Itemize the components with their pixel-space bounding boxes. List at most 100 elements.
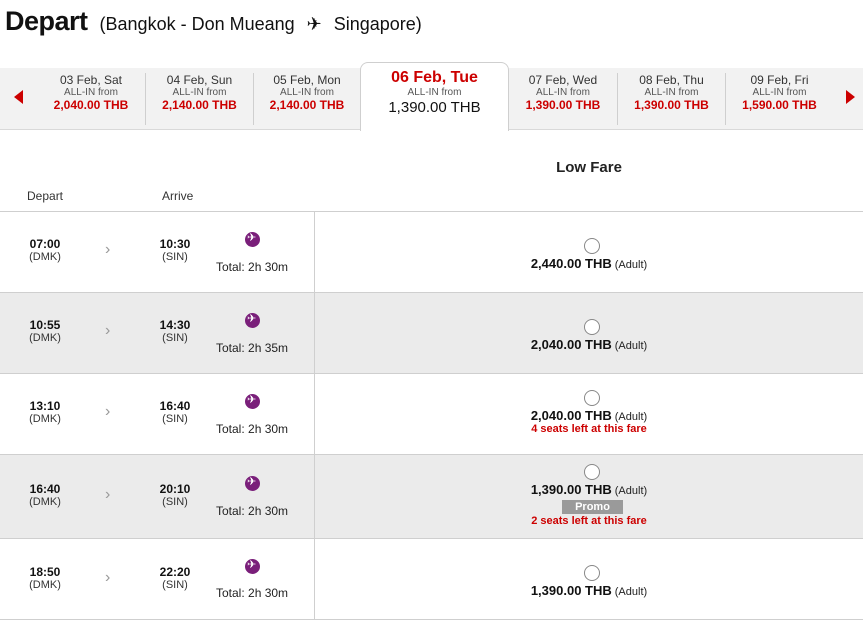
total-duration: Total: 2h 30m xyxy=(216,422,289,436)
chevron-right-icon: › xyxy=(105,241,111,258)
fare-select-radio[interactable] xyxy=(584,390,600,406)
flight-details-icon[interactable] xyxy=(245,475,260,491)
depart-time: 10:55 xyxy=(29,318,61,332)
column-divider xyxy=(314,212,315,292)
depart-time: 16:40 xyxy=(29,482,61,496)
total-duration: Total: 2h 30m xyxy=(216,260,289,274)
date-tab-label: ALL-IN from xyxy=(752,87,807,98)
column-divider xyxy=(314,539,315,619)
chevron-right-icon: › xyxy=(105,322,111,339)
date-tab-date: 09 Feb, Fri xyxy=(750,73,809,87)
date-tab-date: 03 Feb, Sat xyxy=(59,73,123,87)
arrive-time: 16:40 xyxy=(159,399,191,413)
route-summary: (Bangkok - Don Mueang ✈ Singapore) xyxy=(100,14,422,35)
date-tab-price: 1,390.00 THB xyxy=(525,98,601,112)
fare-price-amount: 2,440.00 THB xyxy=(530,256,612,271)
arrive-time: 20:10 xyxy=(159,482,191,496)
depart-airport-code: (DMK) xyxy=(29,496,61,508)
fare-price: 2,440.00 THB (Adult) xyxy=(315,256,863,271)
origin-label: (Bangkok - Don Mueang xyxy=(99,14,295,34)
date-tab-selected[interactable]: 06 Feb, Tue ALL-IN from 1,390.00 THB xyxy=(360,62,509,131)
date-tab[interactable]: 07 Feb, Wed ALL-IN from 1,390.00 THB xyxy=(509,73,617,125)
passenger-type: (Adult) xyxy=(614,586,648,598)
depart-airport-code: (DMK) xyxy=(29,413,61,425)
date-tab-price: 2,040.00 THB xyxy=(53,98,129,112)
flight-details-icon[interactable] xyxy=(245,558,260,574)
date-tab-label: ALL-IN from xyxy=(644,87,699,98)
chevron-right-icon: › xyxy=(105,403,111,420)
date-tab-label: ALL-IN from xyxy=(172,87,227,98)
flight-row: 16:40 (DMK) › 20:10 (SIN) Total: 2h 30m … xyxy=(0,455,863,539)
date-tab-price: 1,390.00 THB xyxy=(634,98,709,112)
arrive-airport-code: (SIN) xyxy=(162,579,188,591)
depart-airport-code: (DMK) xyxy=(29,251,61,263)
fare-price: 1,390.00 THB (Adult) xyxy=(315,482,863,497)
date-tab[interactable]: 04 Feb, Sun ALL-IN from 2,140.00 THB xyxy=(145,73,253,125)
fare-price-amount: 2,040.00 THB xyxy=(530,408,612,423)
flight-details-icon[interactable] xyxy=(245,393,260,409)
previous-dates-arrow-icon[interactable] xyxy=(14,90,23,104)
date-tab-price: 2,140.00 THB xyxy=(162,98,237,112)
arrive-time: 10:30 xyxy=(159,237,191,251)
fare-price: 2,040.00 THB (Adult) xyxy=(315,408,863,423)
total-duration: Total: 2h 35m xyxy=(216,341,289,355)
date-tab-label: ALL-IN from xyxy=(407,87,462,98)
total-duration: Total: 2h 30m xyxy=(216,504,289,518)
fare-price-amount: 1,390.00 THB xyxy=(530,583,612,598)
plane-icon: ✈ xyxy=(306,14,322,34)
date-tab[interactable]: 08 Feb, Thu ALL-IN from 1,390.00 THB xyxy=(617,73,725,125)
date-tab[interactable]: 05 Feb, Mon ALL-IN from 2,140.00 THB xyxy=(253,73,360,125)
arrive-airport-code: (SIN) xyxy=(162,496,188,508)
destination-label: Singapore) xyxy=(333,14,422,34)
date-tab-date: 04 Feb, Sun xyxy=(166,73,233,87)
fare-select-radio[interactable] xyxy=(584,464,600,480)
arrive-time: 22:20 xyxy=(159,565,191,579)
fare-price: 1,390.00 THB (Adult) xyxy=(315,583,863,598)
fare-select-radio[interactable] xyxy=(584,238,600,254)
flight-details-icon[interactable] xyxy=(245,231,260,247)
depart-time: 07:00 xyxy=(29,237,61,251)
date-tab-label: ALL-IN from xyxy=(536,87,590,98)
arrive-airport-code: (SIN) xyxy=(162,413,188,425)
date-tab-price: 2,140.00 THB xyxy=(269,98,345,112)
date-tab-date: 05 Feb, Mon xyxy=(273,73,341,87)
depart-time: 13:10 xyxy=(29,399,61,413)
date-tab-date: 08 Feb, Thu xyxy=(639,73,704,87)
arrive-column-header: Arrive xyxy=(162,189,194,203)
flight-row: 07:00 (DMK) › 10:30 (SIN) Total: 2h 30m … xyxy=(0,212,863,293)
next-dates-arrow-icon[interactable] xyxy=(846,90,855,104)
arrive-airport-code: (SIN) xyxy=(162,332,188,344)
chevron-right-icon: › xyxy=(105,569,111,586)
passenger-type: (Adult) xyxy=(614,411,648,423)
flight-row: 13:10 (DMK) › 16:40 (SIN) Total: 2h 30m … xyxy=(0,374,863,455)
promo-badge: Promo xyxy=(562,500,623,514)
date-tab-label: ALL-IN from xyxy=(280,87,334,98)
date-tab-date: 06 Feb, Tue xyxy=(391,69,478,86)
low-fare-header: Low Fare xyxy=(556,159,622,176)
arrive-time: 14:30 xyxy=(159,318,191,332)
date-tab-price: 1,390.00 THB xyxy=(388,99,481,116)
date-tab-date: 07 Feb, Wed xyxy=(528,73,598,87)
seats-left-notice: 4 seats left at this fare xyxy=(531,423,647,435)
total-duration: Total: 2h 30m xyxy=(216,586,289,600)
flight-row: 10:55 (DMK) › 14:30 (SIN) Total: 2h 35m … xyxy=(0,293,863,374)
date-tab[interactable]: 03 Feb, Sat ALL-IN from 2,040.00 THB xyxy=(37,73,145,125)
fare-select-radio[interactable] xyxy=(584,319,600,335)
fare-select-radio[interactable] xyxy=(584,565,600,581)
flight-row: 18:50 (DMK) › 22:20 (SIN) Total: 2h 30m … xyxy=(0,539,863,620)
flight-details-icon[interactable] xyxy=(245,312,260,328)
passenger-type: (Adult) xyxy=(614,485,648,497)
page-title: Depart xyxy=(5,6,88,36)
seats-left-notice: 2 seats left at this fare xyxy=(531,515,647,527)
date-tab-label: ALL-IN from xyxy=(64,87,118,98)
chevron-right-icon: › xyxy=(105,486,111,503)
column-divider xyxy=(314,293,315,373)
depart-time: 18:50 xyxy=(29,565,61,579)
date-tab[interactable]: 09 Feb, Fri ALL-IN from 1,590.00 THB xyxy=(725,73,833,125)
date-selector-bar: 03 Feb, Sat ALL-IN from 2,040.00 THB 04 … xyxy=(0,62,863,131)
arrive-airport-code: (SIN) xyxy=(162,251,188,263)
passenger-type: (Adult) xyxy=(614,259,648,271)
date-tab-price: 1,590.00 THB xyxy=(742,98,817,112)
page-header: Depart (Bangkok - Don Mueang ✈ Singapore… xyxy=(5,6,422,40)
passenger-type: (Adult) xyxy=(614,340,648,352)
